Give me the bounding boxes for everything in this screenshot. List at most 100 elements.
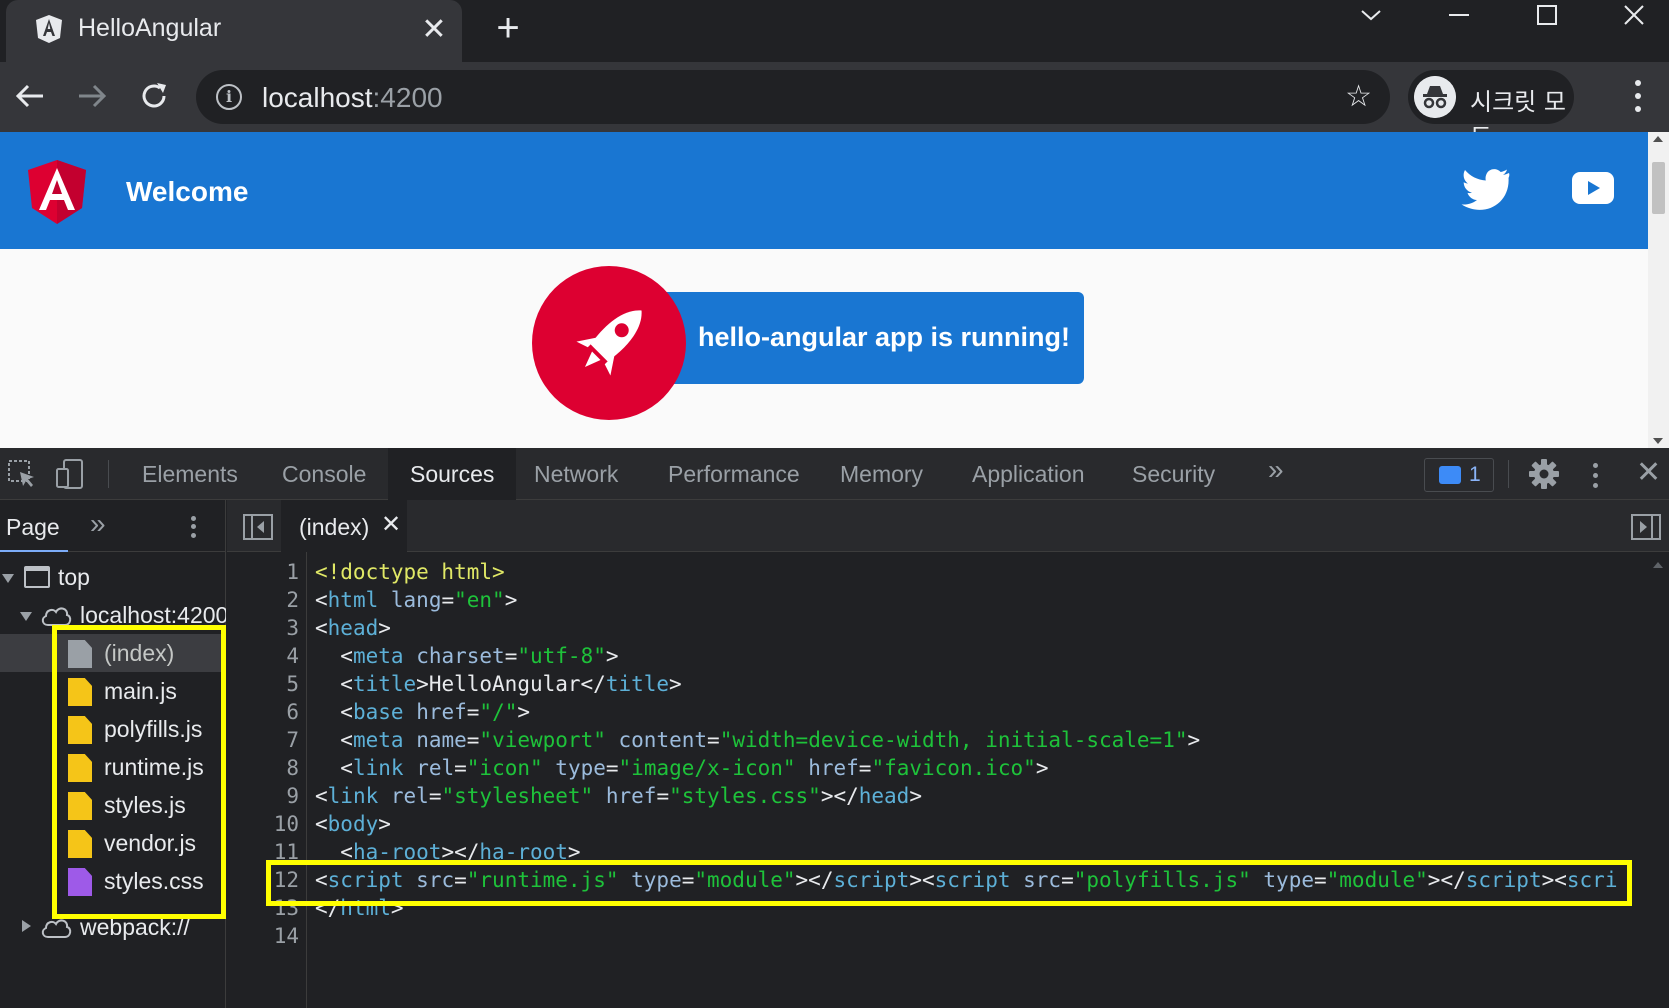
file-name: vendor.js: [104, 830, 197, 856]
file-name: main.js: [104, 678, 177, 704]
editor-scrollbar[interactable]: [1647, 552, 1669, 1008]
expand-arrow-icon[interactable]: [20, 612, 32, 621]
sources-navigator: Page » top localhost:4200 (index) main.j…: [0, 500, 226, 1008]
page-scrollbar[interactable]: [1648, 132, 1669, 448]
tree-label: webpack://: [80, 914, 190, 940]
settings-gear-icon[interactable]: [1528, 458, 1560, 490]
code-line: 12 <script src="runtime.js" type="module"…: [227, 868, 1647, 896]
tab-application[interactable]: Application: [950, 448, 1107, 500]
url-text[interactable]: localhost:4200: [262, 82, 443, 114]
code-text: </html>: [315, 896, 404, 920]
line-number: 1: [286, 560, 299, 584]
tab-security[interactable]: Security: [1110, 448, 1237, 500]
tree-item-top[interactable]: top: [0, 558, 226, 596]
devtools-menu-icon[interactable]: [1590, 460, 1600, 490]
tab-performance[interactable]: Performance: [646, 448, 822, 500]
toggle-debugger-icon[interactable]: [1631, 514, 1661, 540]
code-text: <link rel="icon" type="image/x-icon" hre…: [340, 756, 1049, 780]
reload-icon[interactable]: [134, 76, 174, 116]
youtube-icon[interactable]: [1572, 172, 1614, 204]
code-text: <meta charset="utf-8">: [340, 644, 619, 668]
tree-item-webpack[interactable]: webpack://: [0, 908, 226, 946]
collapse-arrow-icon[interactable]: [22, 920, 31, 932]
back-arrow-icon[interactable]: [10, 76, 50, 116]
inspect-element-icon[interactable]: [6, 458, 38, 490]
cloud-icon: [41, 607, 72, 626]
issues-counter-button[interactable]: 1: [1424, 458, 1494, 492]
code-text: <link rel="stylesheet" href="styles.css"…: [315, 784, 922, 808]
file-name: runtime.js: [104, 754, 204, 780]
browser-menu-icon[interactable]: [1620, 76, 1656, 116]
incognito-indicator[interactable]: 시크릿 모드: [1408, 70, 1574, 151]
tab-search-icon[interactable]: [1336, 0, 1406, 30]
code-line: 9 <link rel="stylesheet" href="styles.css…: [227, 784, 1647, 812]
tab-memory[interactable]: Memory: [818, 448, 945, 500]
twitter-icon[interactable]: [1460, 168, 1510, 210]
angular-logo-icon: [28, 160, 86, 224]
tab-elements[interactable]: Elements: [120, 448, 260, 500]
line-number: 12: [273, 868, 299, 892]
tree-item-host[interactable]: localhost:4200: [0, 596, 226, 634]
tree-file-polyfills[interactable]: polyfills.js: [0, 710, 226, 748]
code-text: <script src="runtime.js" type="module"><…: [315, 868, 1618, 892]
tree-file-styles-css[interactable]: styles.css: [0, 862, 226, 900]
tree-file-main[interactable]: main.js: [0, 672, 226, 710]
forward-arrow-icon[interactable]: [72, 76, 112, 116]
bookmark-star-icon[interactable]: ☆: [1345, 82, 1372, 112]
browser-tab[interactable]: HelloAngular ✕: [6, 0, 462, 62]
code-text: <body>: [315, 812, 391, 836]
tree-file-styles-js[interactable]: styles.js: [0, 786, 226, 824]
angular-favicon-icon: [36, 15, 62, 43]
code-line: 10 <body>: [227, 812, 1647, 840]
expand-arrow-icon[interactable]: [2, 574, 14, 583]
code-line: 11 <ha-root></ha-root>: [227, 840, 1647, 868]
line-number: 6: [286, 700, 299, 724]
toolbar-divider: [108, 460, 109, 488]
cloud-icon: [41, 919, 72, 938]
minimize-icon[interactable]: [1424, 0, 1494, 30]
new-tab-button[interactable]: +: [490, 8, 526, 48]
js-file-icon: [68, 716, 92, 744]
editor-tab-index[interactable]: (index) ✕: [281, 500, 407, 552]
code-text: <html lang="en">: [315, 588, 518, 612]
more-tabs-icon[interactable]: »: [1268, 454, 1284, 486]
tab-console[interactable]: Console: [260, 448, 388, 500]
scroll-up-icon[interactable]: [1653, 136, 1663, 142]
scroll-down-icon[interactable]: [1653, 438, 1663, 444]
code-line: 7 <meta name="viewport" content="width=d…: [227, 728, 1647, 756]
code-line: 3 <head>: [227, 616, 1647, 644]
file-name: polyfills.js: [104, 716, 203, 742]
page-viewport: Welcome hello-angular app is running!: [0, 132, 1648, 448]
tree-file-vendor[interactable]: vendor.js: [0, 824, 226, 862]
navigator-header: Page »: [0, 500, 226, 552]
code-text: <title>HelloAngular</title>: [340, 672, 682, 696]
maximize-icon[interactable]: [1512, 0, 1582, 30]
scrollbar-thumb[interactable]: [1652, 162, 1665, 214]
tree-file-index[interactable]: (index): [0, 634, 226, 672]
code-line: 6 <base href="/">: [227, 700, 1647, 728]
line-number: 3: [286, 616, 299, 640]
tree-file-runtime[interactable]: runtime.js: [0, 748, 226, 786]
address-bar[interactable]: i localhost:4200 ☆: [196, 70, 1390, 124]
navigator-tab-page[interactable]: Page: [6, 514, 60, 541]
toggle-navigator-icon[interactable]: [243, 514, 273, 540]
scroll-up-icon[interactable]: [1653, 562, 1663, 568]
navigator-menu-icon[interactable]: [188, 514, 198, 540]
devtools-close-icon[interactable]: ✕: [1636, 458, 1661, 488]
device-toolbar-icon[interactable]: [54, 458, 86, 490]
editor-tab-close-icon[interactable]: ✕: [381, 510, 401, 539]
devtools-panel: Elements Console Sources Network Perform…: [0, 448, 1669, 1008]
navigator-more-icon[interactable]: »: [90, 508, 106, 540]
tab-close-icon[interactable]: ✕: [416, 12, 452, 48]
code-line: 2 <html lang="en">: [227, 588, 1647, 616]
code-text: <!doctype html>: [315, 560, 505, 584]
tab-sources[interactable]: Sources: [388, 448, 517, 500]
code-view[interactable]: 1 <!doctype html> 2 <html lang="en"> 3 <hea…: [227, 552, 1647, 1008]
site-info-icon[interactable]: i: [216, 84, 242, 110]
running-banner-text: hello-angular app is running!: [698, 322, 1071, 352]
toolbar-divider: [1508, 460, 1509, 488]
tab-network[interactable]: Network: [512, 448, 640, 500]
running-banner: hello-angular app is running!: [640, 292, 1084, 384]
editor-tab-label: (index): [299, 514, 370, 540]
window-close-icon[interactable]: [1599, 0, 1669, 30]
